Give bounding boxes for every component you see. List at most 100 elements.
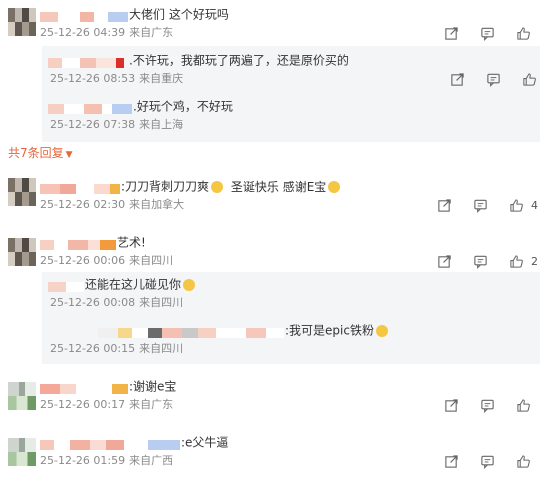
reply-button[interactable] (480, 26, 496, 42)
reply-meta: 25-12-26 00:08 来自四川 (50, 296, 183, 310)
share-button[interactable] (437, 198, 453, 214)
reply-meta: 25-12-26 08:53 来自重庆 (50, 72, 183, 86)
comment-text: :e父牛逼 (181, 435, 229, 450)
comment-text: :谢谢e宝 (129, 379, 177, 394)
like-button[interactable] (516, 398, 532, 414)
reply-location: 来自四川 (139, 342, 184, 355)
avatar[interactable] (8, 382, 36, 410)
like-button[interactable] (509, 254, 525, 270)
comment-time: 25-12-26 02:30 (40, 198, 126, 211)
avatar[interactable] (8, 178, 36, 206)
comment-icon (487, 73, 500, 87)
like-button[interactable] (516, 454, 532, 470)
username-mosaic[interactable] (40, 10, 128, 22)
share-button[interactable] (437, 254, 453, 270)
reply-text: .好玩个鸡，不好玩 (133, 99, 233, 114)
comment-time: 25-12-26 00:17 (40, 398, 126, 411)
comment-text: 艺术! (117, 235, 146, 250)
reply-item: 还能在这儿碰见你 (48, 276, 196, 292)
reply-location: 来自四川 (139, 296, 184, 309)
comment-icon (481, 27, 494, 41)
reply-button[interactable] (480, 454, 496, 470)
reply-list: 还能在这儿碰见你 25-12-26 00:08 来自四川 :我可是epic铁粉 2… (42, 272, 540, 364)
comment-header: :刀刀背刺刀刀爽 圣诞快乐 感谢E宝 (40, 178, 341, 194)
comment-header: 艺术! (40, 234, 146, 250)
comment-location: 来自广西 (129, 454, 174, 467)
reply-button[interactable] (473, 198, 489, 214)
more-replies-label: 共7条回复 (8, 146, 64, 160)
share-button[interactable] (444, 398, 460, 414)
username-mosaic[interactable] (40, 382, 128, 394)
reply-actions (430, 72, 538, 88)
like-button[interactable] (509, 198, 525, 214)
comment-header: :e父牛逼 (40, 434, 228, 450)
comment-item: :谢谢e宝 25-12-26 00:17 来自广东 (0, 372, 550, 420)
reply-text: 还能在这儿碰见你 (85, 277, 182, 292)
reply-time: 25-12-26 00:08 (50, 296, 136, 309)
share-button[interactable] (444, 454, 460, 470)
share-button[interactable] (444, 26, 460, 42)
comment-meta: 25-12-26 00:06 来自四川 (40, 254, 173, 268)
reply-button[interactable] (486, 72, 502, 88)
reply-meta: 25-12-26 00:15 来自四川 (50, 342, 183, 356)
comment-meta: 25-12-26 00:17 来自广东 (40, 398, 173, 412)
comment-location: 来自加拿大 (129, 198, 185, 211)
comment-actions: 2 (417, 254, 538, 270)
username-mosaic[interactable] (98, 326, 284, 338)
comment-time: 25-12-26 00:06 (40, 254, 126, 267)
reply-item: .好玩个鸡，不好玩 (48, 98, 233, 114)
reply-text: :我可是epic铁粉 (285, 323, 374, 338)
comments-section: 大佬们 这个好玩吗 25-12-26 04:39 来自广东 .不许玩，我都玩了两遍… (0, 0, 550, 480)
chevron-down-icon: ▼ (65, 150, 73, 160)
share-icon (438, 255, 451, 268)
more-replies-link[interactable]: 共7条回复 ▼ (8, 145, 73, 163)
reply-time: 25-12-26 00:15 (50, 342, 136, 355)
reply-button[interactable] (480, 398, 496, 414)
comment-location: 来自四川 (129, 254, 174, 267)
comment-time: 25-12-26 04:39 (40, 26, 126, 39)
like-icon (510, 255, 523, 268)
comment-header: 大佬们 这个好玩吗 (40, 6, 229, 22)
avatar[interactable] (8, 8, 36, 36)
comment-icon (474, 255, 487, 269)
username-mosaic[interactable] (48, 56, 128, 68)
comment-location: 来自广东 (129, 398, 174, 411)
reply-button[interactable] (473, 254, 489, 270)
like-button[interactable] (522, 72, 538, 88)
username-mosaic[interactable] (40, 238, 116, 250)
comment-text: 大佬们 这个好玩吗 (129, 7, 229, 22)
username-mosaic[interactable] (48, 102, 132, 114)
reply-list: .不许玩，我都玩了两遍了，还是原价买的 25-12-26 08:53来自重庆 (42, 46, 540, 142)
share-icon (451, 73, 464, 86)
comment-text: :刀刀背刺刀刀爽 (121, 179, 210, 194)
avatar[interactable] (8, 438, 36, 466)
comment-item: 艺术! 25-12-26 00:06 来自四川 2 还能在这儿碰见你 25-12… (0, 232, 550, 370)
comment-actions (424, 454, 538, 470)
avatar[interactable] (8, 238, 36, 266)
share-button[interactable] (450, 72, 466, 88)
comment-meta: 25-12-26 01:59 来自广西 (40, 454, 173, 468)
comment-header: :谢谢e宝 (40, 378, 176, 394)
username-mosaic[interactable] (40, 438, 180, 450)
like-button[interactable] (516, 26, 532, 42)
like-icon (510, 199, 523, 212)
like-icon (517, 27, 530, 40)
comment-item: 大佬们 这个好玩吗 25-12-26 04:39 来自广东 .不许玩，我都玩了两遍… (0, 0, 550, 170)
laugh-emoji-icon (211, 180, 224, 193)
reply-time: 25-12-26 08:53 (50, 72, 136, 85)
reply-location: 来自重庆 (139, 72, 184, 85)
reply-item: :我可是epic铁粉 (48, 322, 388, 338)
comment-icon (481, 399, 494, 413)
comment-item: :e父牛逼 25-12-26 01:59 来自广西 (0, 428, 550, 480)
share-icon (445, 27, 458, 40)
comment-actions (424, 398, 538, 414)
comment-icon (474, 199, 487, 213)
share-icon (445, 455, 458, 468)
username-mosaic[interactable] (40, 182, 120, 194)
reply-location: 来自上海 (139, 118, 184, 131)
comment-meta: 25-12-26 02:30 来自加拿大 (40, 198, 184, 212)
comment-icon (481, 455, 494, 469)
like-count: 2 (531, 255, 538, 268)
username-mosaic[interactable] (48, 280, 84, 292)
reply-item: .不许玩，我都玩了两遍了，还是原价买的 (48, 52, 349, 68)
